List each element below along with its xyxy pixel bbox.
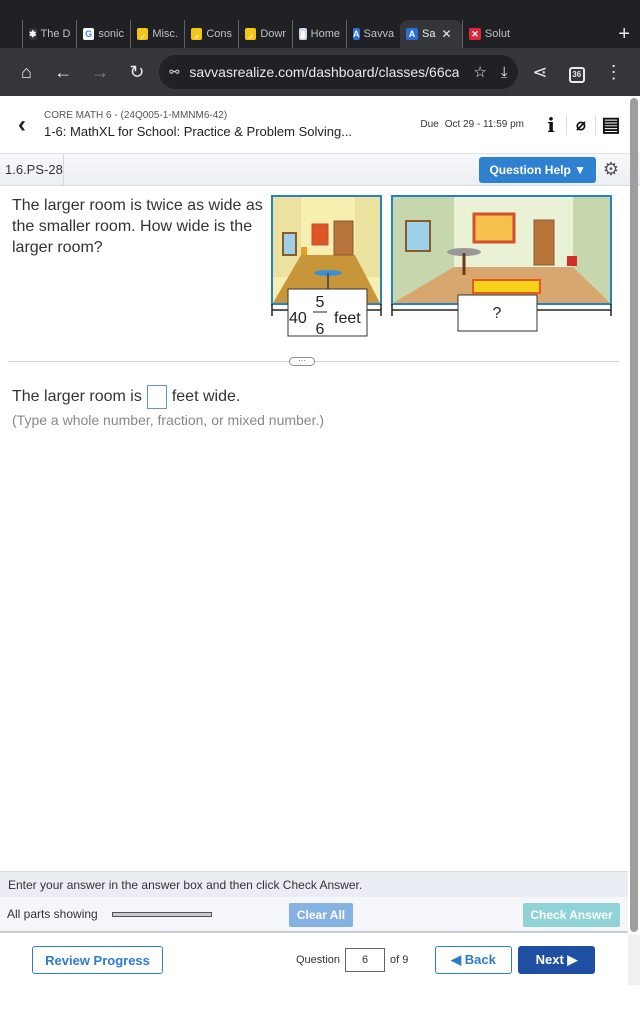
- due-label: Due: [420, 119, 439, 130]
- question-id: 1.6.PS-28: [0, 153, 64, 186]
- browser-tab[interactable]: ✕ Solut: [462, 20, 516, 48]
- review-progress-button[interactable]: Review Progress: [32, 946, 163, 974]
- browser-toolbar: ⌂ ← → ↻ ⚯ savvasrealize.com/dashboard/cl…: [0, 48, 640, 96]
- browser-tab[interactable]: ◞ Misc.: [130, 20, 184, 48]
- guitar-picture-icon: [311, 223, 329, 246]
- small-room-unit: feet: [334, 310, 361, 327]
- browser-tab[interactable]: Gsonic: [76, 20, 130, 48]
- google-icon: G: [83, 28, 95, 40]
- due-date: Due Oct 29 - 11:59 pm: [420, 119, 524, 130]
- browser-tab[interactable]: ◞ Cons: [184, 20, 238, 48]
- forward-arrow-icon[interactable]: →: [82, 62, 119, 83]
- tab-title: Cons: [206, 28, 232, 40]
- tab-title: sonic: [98, 28, 124, 40]
- question-bar: 1.6.PS-28 Question Help ▼ ⚙: [0, 153, 640, 186]
- tab-title: Sa: [422, 28, 436, 40]
- reload-icon[interactable]: ↻: [118, 62, 155, 83]
- banana-icon: ◞: [191, 28, 203, 40]
- answer-suffix: feet wide.: [171, 388, 241, 405]
- new-tab-button[interactable]: +: [618, 23, 630, 46]
- window-icon: [282, 232, 297, 256]
- tab-title: Home: [310, 28, 340, 40]
- question-navigator: Question 6 of 9: [296, 948, 408, 972]
- answer-hint: (Type a whole number, fraction, or mixed…: [12, 412, 325, 428]
- check-answer-button[interactable]: Check Answer: [523, 903, 620, 927]
- comment-icon[interactable]: ▤: [596, 112, 626, 137]
- home-icon[interactable]: ⌂: [8, 62, 45, 83]
- tab-title: Dowr: [260, 28, 286, 40]
- page-scrollbar[interactable]: [630, 98, 638, 932]
- window-icon: [405, 220, 431, 252]
- small-room-whole: 40: [289, 310, 307, 327]
- banana-icon: ◞: [137, 28, 149, 40]
- bookmark-star-icon: ✱: [29, 28, 37, 40]
- browser-tab[interactable]: ▮ Home: [292, 20, 346, 48]
- browser-tab[interactable]: A Savva: [346, 20, 400, 48]
- parts-progress: [111, 911, 212, 917]
- answer-prefix: The larger room is: [12, 388, 142, 405]
- back-button[interactable]: ◀ Back: [435, 946, 512, 974]
- doc-icon: ▮: [299, 28, 307, 40]
- due-value: Oct 29 - 11:59 pm: [444, 119, 524, 130]
- paperclip-icon[interactable]: ⌀: [566, 114, 596, 135]
- assignment-title: 1-6: MathXL for School: Practice & Probl…: [44, 124, 353, 139]
- tab-title: Solut: [484, 28, 510, 40]
- info-icon[interactable]: i: [536, 113, 566, 137]
- expand-handle[interactable]: ···: [289, 357, 315, 366]
- gear-icon[interactable]: ⚙: [596, 159, 626, 180]
- answer-input[interactable]: [146, 385, 167, 409]
- large-room: ?: [391, 195, 612, 332]
- right-gutter: [628, 935, 640, 985]
- instructions: Enter your answer in the answer box and …: [0, 871, 628, 897]
- bird-picture-icon: [472, 212, 516, 244]
- door-icon: [533, 219, 555, 266]
- question-text: The larger room is twice as wide as the …: [12, 197, 263, 256]
- question-help-button[interactable]: Question Help ▼: [479, 156, 596, 183]
- site-settings-icon[interactable]: ⚯: [169, 65, 179, 79]
- parts-label: All parts showing: [7, 907, 98, 921]
- answer-row: The larger room is feet wide.: [12, 385, 240, 409]
- savvas-icon: A: [353, 28, 360, 40]
- large-room-label: ?: [493, 305, 502, 322]
- bookmark-star-icon[interactable]: ☆: [473, 63, 486, 81]
- small-room-denominator: 6: [316, 321, 325, 338]
- savvas-icon: A: [406, 28, 418, 40]
- x-brand-icon: ✕: [469, 28, 481, 40]
- more-menu-icon[interactable]: ⋮: [595, 62, 632, 83]
- tab-strip: ✱ The D Gsonic ◞ Misc. ◞ Cons ◞ Dowr ▮ Home A Savva A…: [0, 20, 640, 48]
- question-total: of 9: [390, 954, 409, 966]
- footer-nav: Review Progress Question 6 of 9 ◀ Back N…: [0, 935, 628, 985]
- chevron-left-icon[interactable]: ‹: [0, 111, 44, 139]
- plant-icon: [567, 256, 577, 266]
- browser-tab[interactable]: A Sa ✕: [400, 20, 462, 48]
- door-icon: [333, 220, 354, 256]
- tab-switcher-button[interactable]: 36: [558, 61, 595, 83]
- question-number-input[interactable]: 6: [345, 948, 386, 972]
- rug-icon: [472, 279, 541, 294]
- assignment-header: ‹ CORE MATH 6 - (24Q005-1-MMNM6-42) 1-6:…: [0, 96, 640, 154]
- next-button[interactable]: Next ▶: [518, 946, 595, 974]
- action-bar: All parts showing Clear All Check Answer: [0, 897, 628, 933]
- browser-tab[interactable]: ◞ Dowr: [238, 20, 292, 48]
- url-text[interactable]: savvasrealize.com/dashboard/classes/66ca: [189, 64, 459, 80]
- plant-icon: [301, 247, 307, 255]
- tab-title: The D: [40, 28, 71, 40]
- status-bar: [0, 0, 640, 20]
- course-name: CORE MATH 6 - (24Q005-1-MMNM6-42): [44, 110, 228, 121]
- tab-title: Savva: [363, 28, 395, 40]
- address-bar[interactable]: ⚯ savvasrealize.com/dashboard/classes/66…: [159, 55, 518, 89]
- share-icon[interactable]: ⋖: [522, 62, 559, 83]
- close-tab-icon[interactable]: ✕: [441, 27, 451, 41]
- clear-all-button[interactable]: Clear All: [289, 903, 353, 927]
- download-icon[interactable]: ⤓: [501, 64, 508, 81]
- tab-count: 36: [568, 66, 585, 83]
- banana-icon: ◞: [245, 28, 257, 40]
- question-label: Question: [296, 954, 341, 966]
- back-arrow-icon[interactable]: ←: [45, 62, 82, 83]
- tab-title: Misc.: [152, 28, 178, 40]
- small-room: 40 5 6 feet: [271, 195, 382, 338]
- browser-tab[interactable]: ✱ The D: [22, 20, 76, 48]
- small-room-numerator: 5: [316, 294, 325, 311]
- rooms-illustration: 40 5 6 feet ?: [271, 195, 612, 338]
